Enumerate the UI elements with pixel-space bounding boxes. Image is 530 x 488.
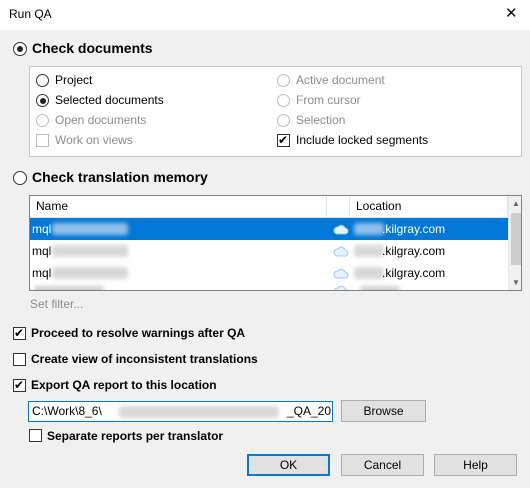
path-suffix: _QA_201	[287, 404, 333, 418]
cloud-icon	[333, 285, 348, 290]
column-header-name[interactable]: Name	[30, 196, 327, 218]
cloud-icon	[333, 224, 349, 235]
browse-button[interactable]: Browse	[341, 400, 426, 422]
redacted-location	[354, 223, 384, 235]
include-locked-checkbox[interactable]: ✔	[277, 133, 290, 147]
checkmark-icon: ✔	[278, 133, 289, 147]
open-documents-radio[interactable]	[36, 114, 49, 127]
set-filter-link[interactable]: Set filter...	[30, 297, 83, 311]
checkmark-icon: ✔	[14, 378, 25, 392]
redacted-name	[52, 267, 128, 279]
redacted-name	[34, 286, 104, 290]
create-view-checkbox[interactable]	[13, 353, 26, 366]
open-documents-label[interactable]: Open documents	[55, 113, 146, 127]
help-button[interactable]: Help	[434, 454, 517, 476]
selected-documents-radio[interactable]	[36, 94, 49, 107]
tm-table: Name Location mql .kilgray.com mql .kilg…	[29, 195, 522, 291]
check-documents-label[interactable]: Check documents	[32, 40, 153, 56]
check-tm-radio[interactable]	[13, 171, 27, 185]
ok-button[interactable]: OK	[247, 454, 330, 476]
redacted-location	[360, 286, 400, 290]
checkmark-icon: ✔	[14, 326, 25, 340]
cloud-icon	[333, 246, 349, 257]
scroll-up-icon[interactable]: ▲	[512, 199, 520, 208]
export-label[interactable]: Export QA report to this location	[31, 378, 217, 392]
table-row[interactable]: mql .kilgray.com	[30, 262, 508, 284]
project-radio[interactable]	[36, 74, 49, 87]
column-header-location[interactable]: Location	[350, 196, 508, 218]
redacted-name	[52, 245, 128, 257]
active-document-radio[interactable]	[277, 74, 290, 87]
scroll-down-icon[interactable]: ▼	[512, 278, 520, 287]
project-label[interactable]: Project	[55, 73, 92, 87]
selection-radio[interactable]	[277, 114, 290, 127]
selected-documents-label[interactable]: Selected documents	[55, 93, 164, 107]
separate-reports-checkbox[interactable]	[29, 429, 42, 442]
redacted-path	[119, 406, 279, 418]
tm-location: .kilgray.com	[382, 244, 446, 258]
active-document-label[interactable]: Active document	[296, 73, 385, 87]
from-cursor-label[interactable]: From cursor	[296, 93, 361, 107]
title-bar: Run QA ✕	[0, 0, 530, 30]
check-documents-radio[interactable]	[13, 42, 27, 56]
path-prefix: C:\Work\8_6\	[32, 404, 102, 418]
export-path-input[interactable]: C:\Work\8_6\ _QA_201	[28, 401, 333, 422]
from-cursor-radio[interactable]	[277, 94, 290, 107]
tm-location: .kilgray.com	[382, 266, 446, 280]
proceed-checkbox[interactable]: ✔	[13, 326, 26, 340]
separate-reports-label[interactable]: Separate reports per translator	[47, 429, 223, 443]
selection-label[interactable]: Selection	[296, 113, 345, 127]
redacted-location	[354, 267, 384, 279]
export-checkbox[interactable]: ✔	[13, 378, 26, 392]
cancel-button[interactable]: Cancel	[341, 454, 424, 476]
include-locked-label[interactable]: Include locked segments	[296, 133, 428, 147]
window-title: Run QA	[9, 7, 52, 21]
check-tm-label[interactable]: Check translation memory	[32, 169, 208, 185]
create-view-label[interactable]: Create view of inconsistent translations	[31, 352, 258, 366]
vertical-scrollbar[interactable]: ▲ ▼	[508, 196, 521, 290]
column-header-type[interactable]	[327, 196, 350, 218]
scroll-thumb[interactable]	[511, 213, 521, 265]
proceed-label[interactable]: Proceed to resolve warnings after QA	[31, 326, 245, 340]
tm-location: .kilgray.com	[382, 222, 446, 236]
redacted-location	[354, 245, 384, 257]
table-row[interactable]	[30, 284, 508, 290]
cloud-icon	[333, 268, 349, 279]
close-icon[interactable]: ✕	[505, 4, 518, 24]
redacted-name	[52, 223, 128, 235]
table-row[interactable]: mql .kilgray.com	[30, 240, 508, 262]
table-row[interactable]: mql .kilgray.com	[30, 218, 508, 240]
work-on-views-checkbox[interactable]	[36, 134, 49, 147]
work-on-views-label[interactable]: Work on views	[55, 133, 133, 147]
